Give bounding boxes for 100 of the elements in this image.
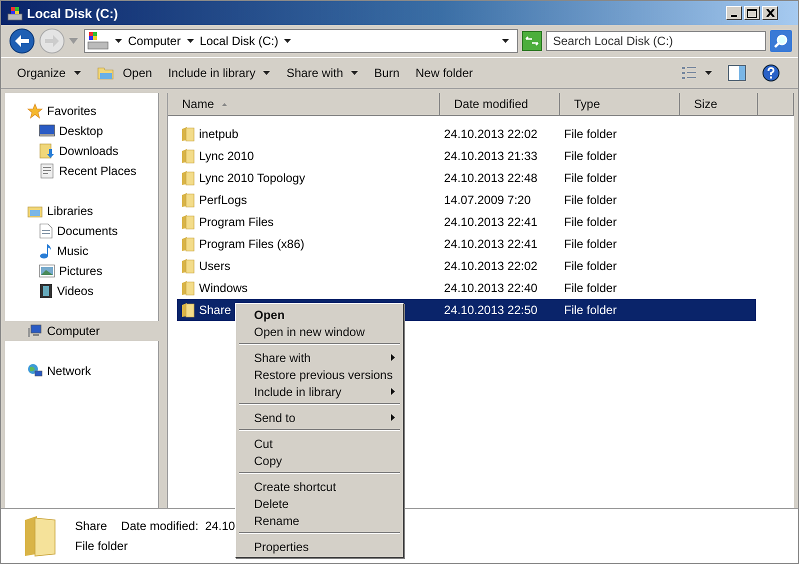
- menu-item[interactable]: Rename: [238, 512, 401, 529]
- sidebar-item[interactable]: Music: [5, 241, 159, 261]
- menu-item[interactable]: Cut: [238, 435, 401, 452]
- folder-icon: [181, 192, 195, 208]
- submenu-arrow-icon: [391, 414, 395, 421]
- column-header[interactable]: Type: [560, 93, 680, 115]
- file-row[interactable]: Program Files 24.10.2013 22:41 File folder: [177, 211, 756, 233]
- file-row[interactable]: inetpub 24.10.2013 22:02 File folder: [177, 123, 756, 145]
- minimize-button[interactable]: [726, 6, 742, 20]
- toolbar-button[interactable]: Open: [88, 62, 160, 84]
- sidebar-item[interactable]: Computer: [5, 321, 159, 341]
- back-button[interactable]: [9, 28, 35, 54]
- folder-icon: [181, 148, 195, 164]
- caret-icon: [351, 71, 358, 75]
- menu-item[interactable]: Include in library: [238, 383, 401, 400]
- sidebar-item[interactable]: Pictures: [5, 261, 159, 281]
- date-cell-text: 24.10.2013 22:02: [443, 127, 538, 141]
- sidebar-item[interactable]: Favorites: [5, 101, 159, 121]
- column-header[interactable]: Name: [168, 93, 440, 115]
- toolbar-button[interactable]: Share with: [278, 63, 366, 83]
- file-row[interactable]: PerfLogs 14.07.2009 7:20 File folder: [177, 189, 756, 211]
- view-list-icon: [681, 66, 697, 80]
- type-cell-text: File folder: [563, 259, 618, 273]
- sidebar-item[interactable]: Downloads: [5, 141, 159, 161]
- folder-icon: [181, 302, 195, 318]
- file-row[interactable]: Users 24.10.2013 22:02 File folder: [177, 255, 756, 277]
- folder-icon: [181, 236, 195, 252]
- toolbar-button[interactable]: Include in library: [160, 63, 278, 83]
- date-cell-text: 24.10.2013 22:41: [443, 237, 538, 251]
- file-name: Share: [75, 519, 108, 533]
- file-row[interactable]: Windows 24.10.2013 22:40 File folder: [177, 277, 756, 299]
- date-cell-text: 24.10.2013 22:50: [443, 303, 538, 317]
- breadcrumb[interactable]: Local Disk (C:): [200, 34, 278, 48]
- sidebar-item[interactable]: Recent Places: [5, 161, 159, 181]
- menu-item[interactable]: Open: [238, 306, 401, 323]
- toolbar-button[interactable]: New folder: [408, 63, 481, 83]
- caret-icon: [186, 39, 194, 43]
- sidebar-item[interactable]: Documents: [5, 221, 159, 241]
- menu-item[interactable]: Restore previous versions: [238, 366, 401, 383]
- file-name: Program Files: [199, 215, 274, 229]
- file-name: Program Files (x86): [199, 237, 304, 251]
- maximize-button[interactable]: [744, 6, 760, 20]
- sidebar-item[interactable]: Network: [5, 361, 159, 381]
- date-cell-text: 24.10.2013 22:41: [443, 215, 538, 229]
- help-icon: [762, 64, 780, 82]
- app-icon: [7, 5, 23, 21]
- caret-icon: [263, 71, 270, 75]
- film-icon: [39, 283, 53, 299]
- desktop-icon: [39, 124, 55, 138]
- sort-arrow-icon: [222, 102, 228, 106]
- download-folder-icon: [39, 143, 55, 159]
- menu-item[interactable]: Properties: [238, 538, 401, 555]
- search-button[interactable]: [770, 30, 792, 52]
- close-button[interactable]: [762, 6, 778, 20]
- date-cell-text: 24.10.2013 22:48: [443, 171, 538, 185]
- type-cell-text: File folder: [563, 303, 618, 317]
- breadcrumb[interactable]: Computer: [128, 34, 181, 48]
- date-modified: Date modified: 24.10: [121, 519, 236, 533]
- sidebar-item[interactable]: Videos: [5, 281, 159, 301]
- caret-icon: [502, 39, 509, 43]
- menu-item[interactable]: Share with: [238, 349, 401, 366]
- menu-item[interactable]: Send to: [238, 409, 401, 426]
- type-cell-text: File folder: [563, 193, 618, 207]
- folder-icon: [181, 258, 195, 274]
- search-field[interactable]: Search Local Disk (C:): [546, 31, 766, 51]
- menu-item[interactable]: Open in new window: [238, 323, 401, 340]
- refresh-button[interactable]: [522, 31, 542, 51]
- sidebar-item[interactable]: Desktop: [5, 121, 159, 141]
- date-cell-text: 24.10.2013 22:40: [443, 281, 538, 295]
- menu-item[interactable]: Create shortcut: [238, 478, 401, 495]
- type-cell-text: File folder: [563, 149, 618, 163]
- menu-item[interactable]: Delete: [238, 495, 401, 512]
- sidebar-item[interactable]: Libraries: [5, 201, 159, 221]
- refresh-icon: [522, 31, 542, 51]
- address-field[interactable]: Computer Local Disk (C:): [84, 29, 518, 53]
- menu-item[interactable]: Copy: [238, 452, 401, 469]
- date-cell-text: 24.10.2013 21:33: [443, 149, 538, 163]
- caret-icon: [69, 38, 78, 44]
- file-row[interactable]: Lync 2010 24.10.2013 21:33 File folder: [177, 145, 756, 167]
- column-header[interactable]: Size: [680, 93, 758, 115]
- file-type: File folder: [75, 539, 129, 553]
- music-note-icon: [39, 243, 53, 259]
- folder-icon: [181, 280, 195, 296]
- column-header[interactable]: Date modified: [440, 93, 560, 115]
- document-icon: [39, 223, 53, 239]
- file-row[interactable]: Lync 2010 Topology 24.10.2013 22:48 File folder: [177, 167, 756, 189]
- recent-places-icon: [39, 163, 55, 179]
- toolbar-button[interactable]: Organize: [9, 63, 89, 83]
- preview-pane-icon: [728, 65, 746, 81]
- toolbar-button[interactable]: Burn: [366, 63, 408, 83]
- search-icon: [773, 33, 789, 49]
- file-name: Windows: [199, 281, 248, 295]
- caret-icon: [115, 39, 122, 43]
- date-cell-text: 24.10.2013 22:02: [443, 259, 538, 273]
- star-icon: [27, 103, 43, 119]
- file-row[interactable]: Program Files (x86) 24.10.2013 22:41 File folder: [177, 233, 756, 255]
- computer-icon: [87, 31, 109, 51]
- folder-icon: [181, 126, 195, 142]
- type-cell-text: File folder: [563, 171, 618, 185]
- file-name: Share: [199, 303, 232, 317]
